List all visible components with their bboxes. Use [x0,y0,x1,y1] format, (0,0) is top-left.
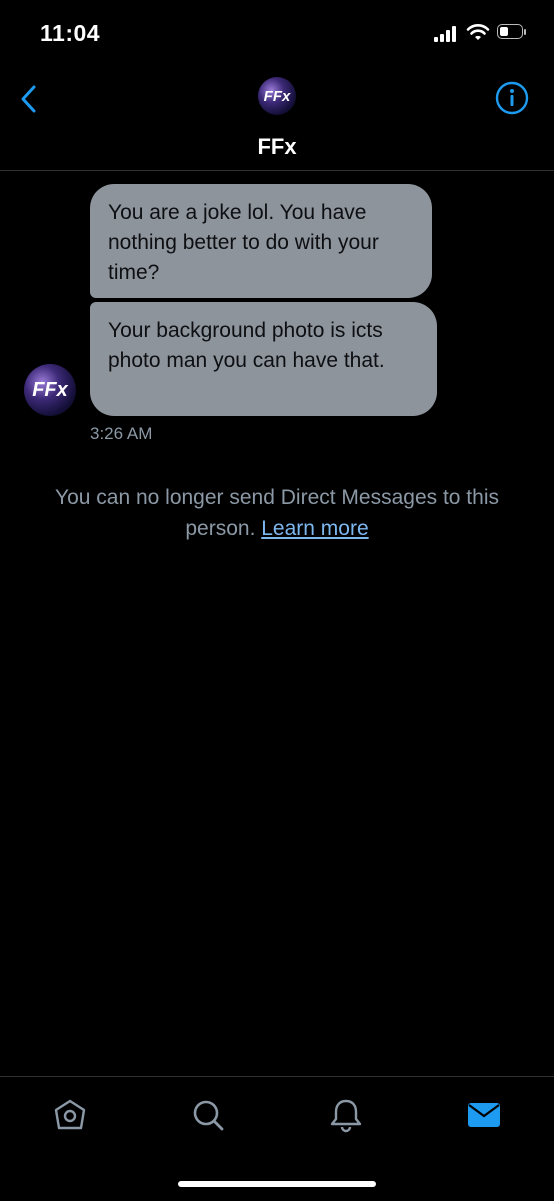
message-bubble[interactable]: You are a joke lol. You have nothing bet… [90,184,432,298]
home-indicator [178,1181,376,1187]
chevron-left-icon [21,85,36,113]
sender-avatar[interactable]: FFx [24,364,76,416]
header-avatar-text: FFx [263,87,291,105]
mail-icon [468,1103,500,1127]
search-icon [193,1100,224,1131]
tab-search[interactable] [188,1095,228,1135]
wifi-icon [466,22,490,42]
tab-messages[interactable] [464,1095,504,1135]
status-bar: 11:04 [0,0,554,62]
conversation-title[interactable]: FFx [0,134,554,160]
info-icon [495,81,529,115]
header-avatar[interactable]: FFx [258,77,296,115]
tab-notifications[interactable] [326,1095,366,1135]
bell-icon [330,1099,362,1133]
cellular-signal-icon [434,26,460,42]
sender-avatar-text: FFx [32,378,68,401]
status-time: 11:04 [40,20,101,46]
battery-icon [497,24,527,41]
home-icon [54,1099,86,1130]
info-button[interactable] [495,81,529,115]
tab-home[interactable] [50,1095,90,1135]
conversation-header: FFx FFx [0,62,554,171]
learn-more-link[interactable]: Learn more [261,517,368,540]
back-button[interactable] [14,84,44,114]
message-bubble[interactable]: Your background photo is icts photo man … [90,302,437,416]
message-timestamp: 3:26 AM [90,424,153,443]
dm-restricted-notice: You can no longer send Direct Messages t… [20,482,534,544]
